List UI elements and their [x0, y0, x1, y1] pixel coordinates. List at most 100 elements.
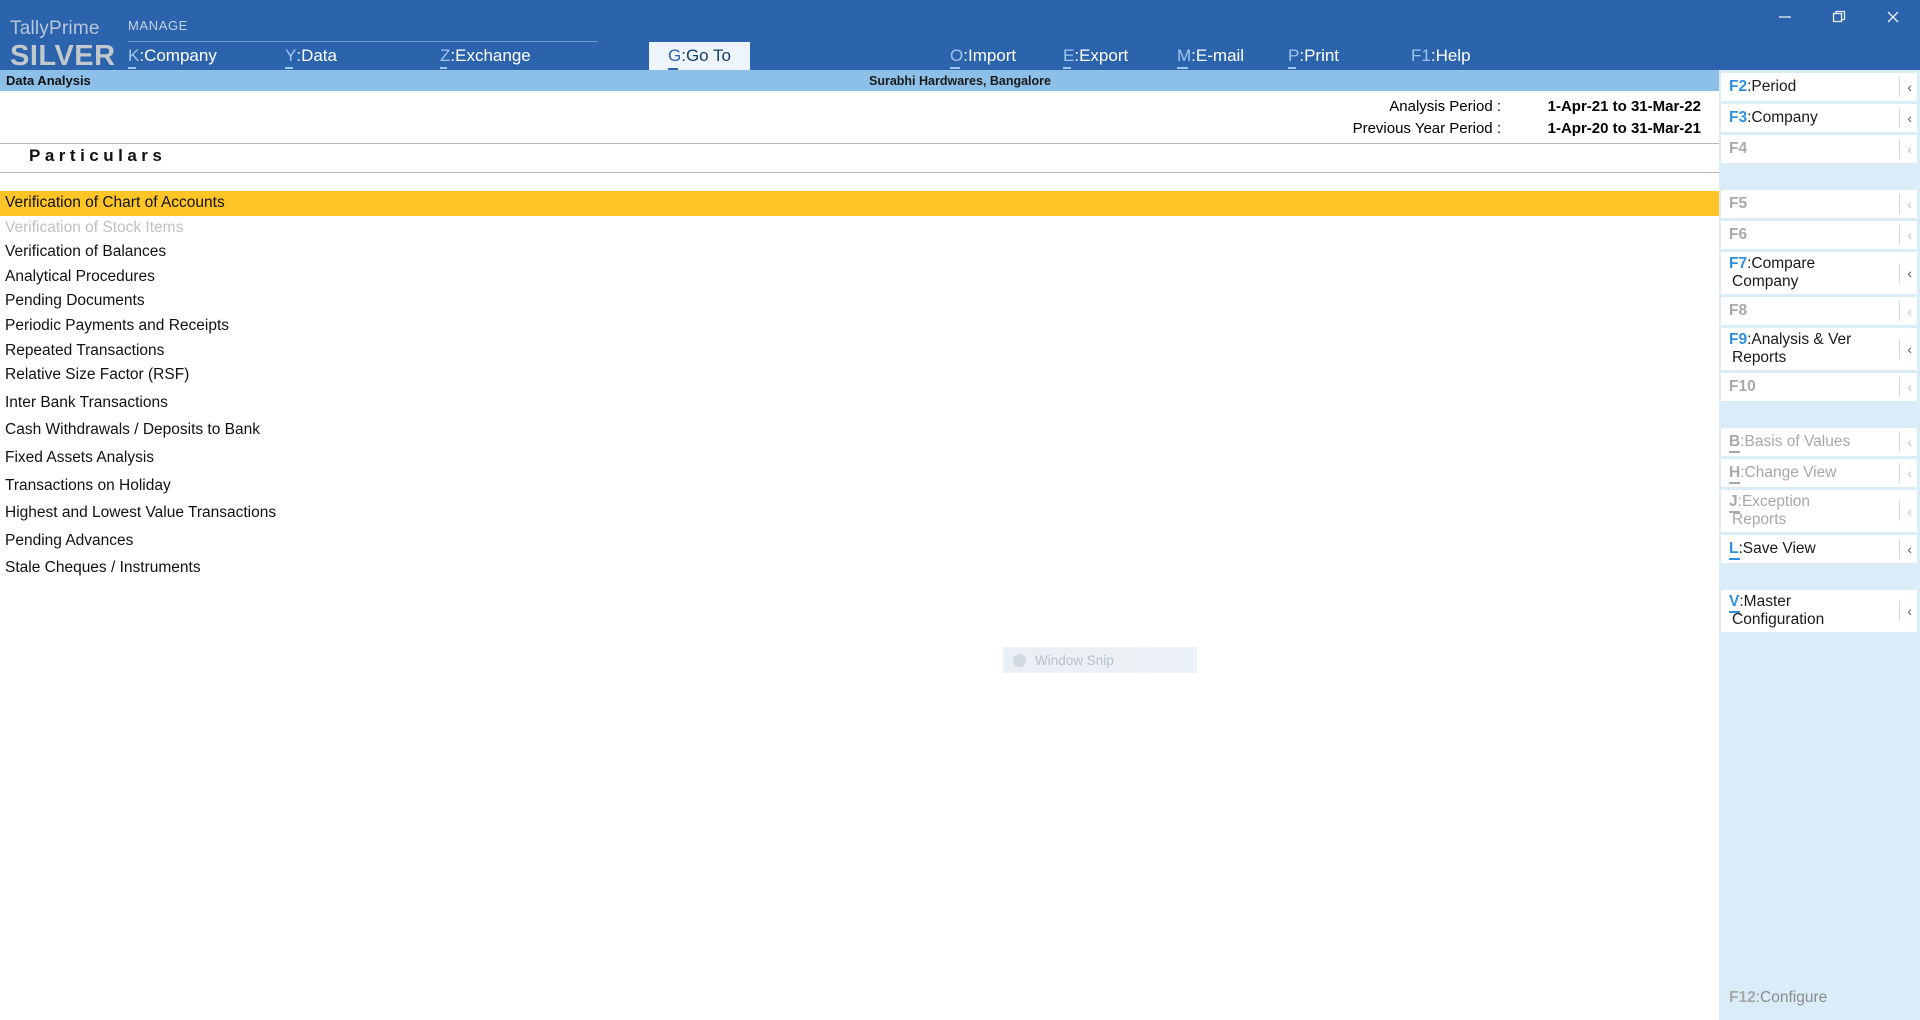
menu-item-data[interactable]: Y:Data — [285, 46, 337, 66]
chevron-left-icon: ‹ — [1899, 377, 1912, 397]
menu-item-export[interactable]: E:Export — [1063, 46, 1128, 66]
sidebar-label-text: Save View — [1743, 540, 1816, 557]
report-body: Analysis Period : 1-Apr-21 to 31-Mar-22 … — [0, 91, 1719, 1020]
sidebar-button-company[interactable]: F3:Company‹ — [1721, 104, 1918, 132]
menu-item-print[interactable]: P:Print — [1288, 46, 1339, 66]
sidebar-button-label: F9:Analysis & VerReports — [1729, 331, 1917, 367]
period-info: Analysis Period : 1-Apr-21 to 31-Mar-22 … — [1256, 98, 1701, 142]
sidebar-label-configure: Configure — [1760, 989, 1827, 1006]
sidebar-label-text: Basis of Values — [1745, 433, 1851, 450]
sidebar-button-f8[interactable]: F8‹ — [1721, 297, 1918, 325]
report-list-item[interactable]: Pending Advances — [0, 529, 1719, 554]
sidebar-button-label: F2:Period — [1729, 78, 1917, 96]
close-icon[interactable] — [1866, 0, 1920, 34]
sidebar-button-master[interactable]: V:MasterConfiguration‹ — [1721, 590, 1918, 632]
sidebar-button-basis-of-values[interactable]: B:Basis of Values‹ — [1721, 428, 1918, 456]
sidebar-spacer-3 — [1719, 566, 1920, 590]
sidebar-label-text: Period — [1751, 78, 1796, 95]
chevron-left-icon: ‹ — [1899, 339, 1912, 359]
sidebar-button-period[interactable]: F2:Period‹ — [1721, 73, 1918, 101]
sidebar-hotkey-f6: F6 — [1729, 226, 1747, 243]
sidebar-hotkey-f10: F10 — [1729, 378, 1756, 395]
menu-hotkey-z: Z — [440, 46, 450, 65]
snip-label: Window Snip — [1035, 653, 1114, 668]
sidebar-button-configure[interactable]: F12:Configure — [1721, 984, 1918, 1012]
sidebar-hotkey-v: V — [1729, 593, 1739, 610]
sidebar-hotkey-j: J — [1729, 493, 1738, 510]
chevron-left-icon: ‹ — [1899, 463, 1912, 483]
sidebar-button-analysis-ver[interactable]: F9:Analysis & VerReports‹ — [1721, 328, 1918, 370]
sidebar-hotkey-l: L — [1729, 540, 1738, 557]
sidebar-label-line2: Company — [1729, 273, 1899, 291]
header-divider-bottom — [0, 172, 1719, 173]
sidebar-label-text: Company — [1751, 109, 1817, 126]
sidebar-button-label: F10 — [1729, 378, 1917, 396]
sidebar-group-4: V:MasterConfiguration‹ — [1719, 590, 1920, 632]
sidebar-button-f10[interactable]: F10 ‹ — [1721, 373, 1918, 401]
report-list-item[interactable]: Cash Withdrawals / Deposits to Bank — [0, 418, 1719, 443]
report-list-item[interactable]: Pending Documents — [0, 289, 1719, 314]
header-divider-top — [0, 143, 1719, 144]
chevron-left-icon: ‹ — [1899, 539, 1912, 559]
report-list-item[interactable]: Repeated Transactions — [0, 339, 1719, 364]
sidebar-button-f5[interactable]: F5‹ — [1721, 190, 1918, 218]
window-snip-watermark: Window Snip — [1003, 647, 1197, 673]
sidebar-label-line2: Configuration — [1729, 611, 1899, 629]
sidebar-button-change-view[interactable]: H:Change View‹ — [1721, 459, 1918, 487]
menu-hotkey-e: E — [1063, 46, 1074, 65]
sidebar-button-exception[interactable]: J:ExceptionReports‹ — [1721, 490, 1918, 532]
column-header-particulars: Particulars — [29, 146, 166, 166]
report-item-list: Verification of Chart of AccountsVerific… — [0, 191, 1719, 581]
chevron-left-icon: ‹ — [1899, 301, 1912, 321]
goto-hotkey-g: G — [668, 46, 681, 66]
sidebar-hotkey-f3: F3 — [1729, 109, 1747, 126]
menu-item-import[interactable]: O:Import — [950, 46, 1016, 66]
sidebar-label-text: Analysis & Ver — [1751, 331, 1851, 348]
chevron-left-icon: ‹ — [1899, 432, 1912, 452]
sidebar-label-line2: Reports — [1729, 349, 1899, 367]
sidebar-label-text: Exception — [1742, 493, 1810, 510]
sidebar-button-label: F3:Company — [1729, 109, 1917, 127]
sidebar-button-f4[interactable]: F4‹ — [1721, 135, 1918, 163]
menu-section-divider — [128, 41, 598, 42]
sidebar-label-line2: Reports — [1729, 511, 1899, 529]
sidebar-label-text: Change View — [1745, 464, 1837, 481]
report-list-item[interactable]: Analytical Procedures — [0, 265, 1719, 290]
minimize-icon[interactable] — [1758, 0, 1812, 34]
menu-item-company[interactable]: K:Company — [128, 46, 217, 66]
sidebar-button-compare[interactable]: F7:CompareCompany‹ — [1721, 252, 1918, 294]
brand-tallyprime: TallyPrime — [10, 18, 100, 40]
menu-item-email[interactable]: M:E-mail — [1177, 46, 1244, 66]
sidebar-button-label: F4 — [1729, 140, 1917, 158]
report-list-item[interactable]: Relative Size Factor (RSF) — [0, 363, 1719, 388]
sidebar-spacer-2 — [1719, 404, 1920, 428]
sidebar-hotkey-f12: F12 — [1729, 989, 1756, 1006]
snip-camera-icon — [1013, 654, 1026, 667]
sidebar-button-f6[interactable]: F6‹ — [1721, 221, 1918, 249]
menu-label-import: Import — [968, 46, 1016, 65]
menu-item-exchange[interactable]: Z:Exchange — [440, 46, 531, 66]
tallyprime-window: TallyPrime SILVER MANAGE K:Company Y:Dat… — [0, 0, 1920, 1020]
report-list-item[interactable]: Verification of Stock Items — [0, 216, 1719, 241]
menu-hotkey-k: K — [128, 46, 139, 65]
sidebar-group-3: B:Basis of Values‹H:Change View‹J:Except… — [1719, 428, 1920, 563]
report-list-item[interactable]: Verification of Balances — [0, 240, 1719, 265]
menu-label-exchange: Exchange — [455, 46, 531, 65]
report-list-item[interactable]: Transactions on Holiday — [0, 474, 1719, 499]
report-list-item[interactable]: Fixed Assets Analysis — [0, 446, 1719, 471]
report-list-item[interactable]: Verification of Chart of Accounts — [0, 191, 1719, 216]
chevron-left-icon: ‹ — [1899, 263, 1912, 283]
report-list-item[interactable]: Periodic Payments and Receipts — [0, 314, 1719, 339]
analysis-period-row: Analysis Period : 1-Apr-21 to 31-Mar-22 — [1256, 98, 1701, 120]
sidebar-group-1: F2:Period‹ F3:Company‹ F4‹ — [1719, 73, 1920, 163]
sidebar-hotkey-b: B — [1729, 433, 1740, 450]
menu-label-data: Data — [301, 46, 337, 65]
sidebar-button-save-view[interactable]: L:Save View‹ — [1721, 535, 1918, 563]
report-list-item[interactable]: Highest and Lowest Value Transactions — [0, 501, 1719, 526]
menu-item-help[interactable]: F1:Help — [1411, 46, 1471, 66]
restore-icon[interactable] — [1812, 0, 1866, 34]
go-to-button[interactable]: G:Go To — [649, 42, 750, 70]
menu-section-manage: MANAGE — [128, 18, 188, 33]
report-list-item[interactable]: Stale Cheques / Instruments — [0, 556, 1719, 581]
report-list-item[interactable]: Inter Bank Transactions — [0, 391, 1719, 416]
